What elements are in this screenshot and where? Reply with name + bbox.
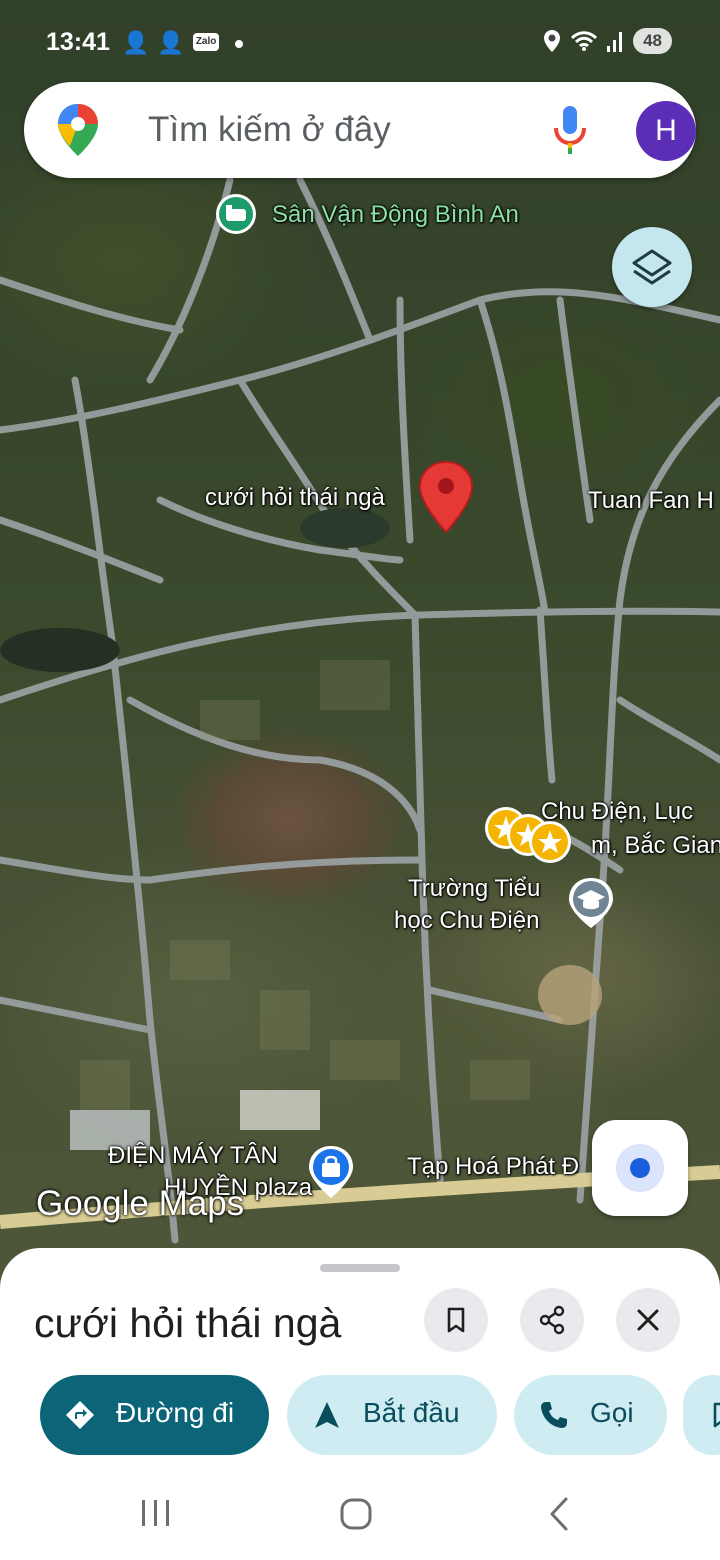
poi-label-chu-dien-1[interactable]: Chu Điện, Lục (541, 798, 693, 826)
notification-icons: 👤 👤 Zalo (122, 30, 244, 56)
more-action-button[interactable] (683, 1375, 720, 1455)
poi-label-school-1[interactable]: Trường Tiểu (408, 875, 540, 903)
status-time: 13:41 (46, 28, 110, 56)
directions-icon (66, 1401, 94, 1429)
call-button[interactable]: Gọi (514, 1375, 667, 1455)
sheet-drag-handle[interactable] (320, 1264, 400, 1272)
system-navigation-bar (0, 1464, 720, 1560)
poi-label-chu-dien-2[interactable]: m, Bắc Gian (591, 832, 720, 860)
map-layers-button[interactable] (612, 227, 692, 307)
close-button[interactable] (616, 1288, 680, 1352)
red-pin-icon[interactable] (418, 460, 474, 534)
place-title: cưới hỏi thái ngà (34, 1300, 342, 1346)
poi-label-grocery[interactable]: Tạp Hoá Phát Đ (407, 1153, 579, 1181)
account-avatar[interactable]: H (636, 101, 696, 161)
bookmark-icon (447, 1307, 465, 1333)
google-maps-logo: Google Maps (36, 1184, 245, 1223)
phone-icon (541, 1402, 567, 1428)
google-maps-pin-icon (58, 104, 98, 156)
search-input[interactable]: Tìm kiếm ở đây (148, 110, 391, 150)
share-icon (539, 1305, 565, 1335)
start-label: Bắt đầu (363, 1397, 460, 1428)
close-icon (637, 1309, 659, 1331)
action-chip-row: Đường đi Bắt đầu Gọi (40, 1375, 720, 1455)
start-button[interactable]: Bắt đầu (287, 1375, 497, 1455)
poi-label-tuan-fan[interactable]: Tuan Fan H (588, 487, 714, 515)
my-location-button[interactable] (592, 1120, 688, 1216)
school-icon[interactable] (566, 876, 616, 930)
add-contact-icon: 👤 (122, 30, 150, 55)
status-bar: 13:41 👤 👤 Zalo 48 (0, 0, 720, 80)
navigation-arrow-icon (315, 1402, 339, 1428)
wifi-icon (571, 31, 598, 51)
battery-indicator: 48 (633, 28, 672, 54)
search-bar[interactable]: Tìm kiếm ở đây H (24, 82, 696, 178)
home-icon[interactable] (338, 1496, 374, 1532)
save-button[interactable] (424, 1288, 488, 1352)
back-icon[interactable] (544, 1496, 574, 1532)
stadium-icon[interactable] (214, 192, 258, 236)
zalo-icon: Zalo (192, 33, 220, 51)
map-layers-icon (632, 249, 672, 285)
poi-label-selected[interactable]: cưới hỏi thái ngà (205, 484, 385, 512)
poi-label-electronics-1[interactable]: ĐIỆN MÁY TÂN (108, 1142, 278, 1170)
mic-icon[interactable] (552, 104, 588, 156)
directions-button[interactable]: Đường đi (40, 1375, 269, 1455)
location-icon (544, 30, 561, 52)
call-label: Gọi (590, 1397, 634, 1428)
more-notifications-dot (235, 40, 244, 48)
bookmark-icon (713, 1402, 720, 1428)
shopping-bag-icon[interactable] (306, 1144, 356, 1200)
recent-apps-icon[interactable] (138, 1496, 174, 1530)
poi-label-school-2[interactable]: học Chu Điện (394, 907, 539, 935)
directions-label: Đường đi (116, 1397, 235, 1428)
system-icons: 48 (543, 28, 672, 54)
poi-label-stadium[interactable]: Sân Vận Động Bình An (272, 201, 519, 229)
add-contact-icon: 👤 (157, 30, 185, 55)
share-button[interactable] (520, 1288, 584, 1352)
signal-icon (607, 32, 623, 52)
